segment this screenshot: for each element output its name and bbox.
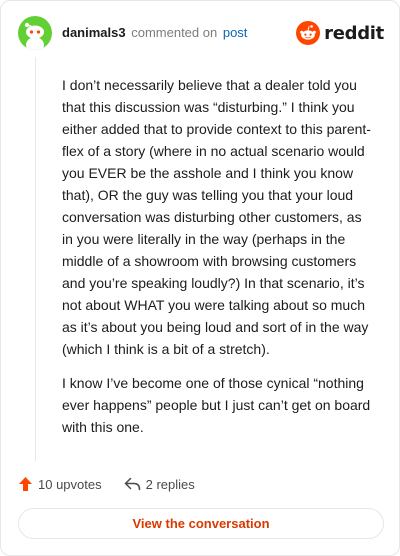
replies-button[interactable]: 2 replies bbox=[124, 477, 195, 492]
comment-body: I don’t necessarily believe that a deale… bbox=[62, 74, 374, 450]
snoo-avatar-icon bbox=[24, 22, 44, 50]
upvote-button[interactable]: 10 upvotes bbox=[18, 476, 102, 492]
reply-arrow-icon bbox=[124, 477, 140, 491]
thread-line bbox=[35, 57, 36, 461]
comment-meta: danimals3 commented on post bbox=[62, 25, 247, 41]
comment-actions: 10 upvotes 2 replies bbox=[18, 473, 195, 495]
upvote-arrow-icon bbox=[19, 477, 32, 491]
comment-paragraph: I know I’ve become one of those cynical … bbox=[62, 375, 371, 435]
action-text: commented on bbox=[131, 25, 218, 40]
reply-count: 2 replies bbox=[145, 476, 195, 492]
comment-header: danimals3 commented on post reddit bbox=[18, 16, 384, 50]
reddit-brand[interactable]: reddit bbox=[296, 21, 384, 45]
reddit-wordmark: reddit bbox=[324, 22, 384, 44]
user-avatar[interactable] bbox=[18, 16, 52, 50]
comment-paragraph: I don’t necessarily believe that a deale… bbox=[62, 77, 371, 357]
upvote-count: 10 upvotes bbox=[38, 476, 102, 492]
view-conversation-button[interactable]: View the conversation bbox=[18, 508, 384, 539]
reddit-logo-icon bbox=[296, 21, 321, 45]
post-link[interactable]: post bbox=[223, 25, 248, 40]
comment-embed-card: danimals3 commented on post reddit I don… bbox=[0, 0, 400, 556]
username[interactable]: danimals3 bbox=[62, 25, 126, 40]
